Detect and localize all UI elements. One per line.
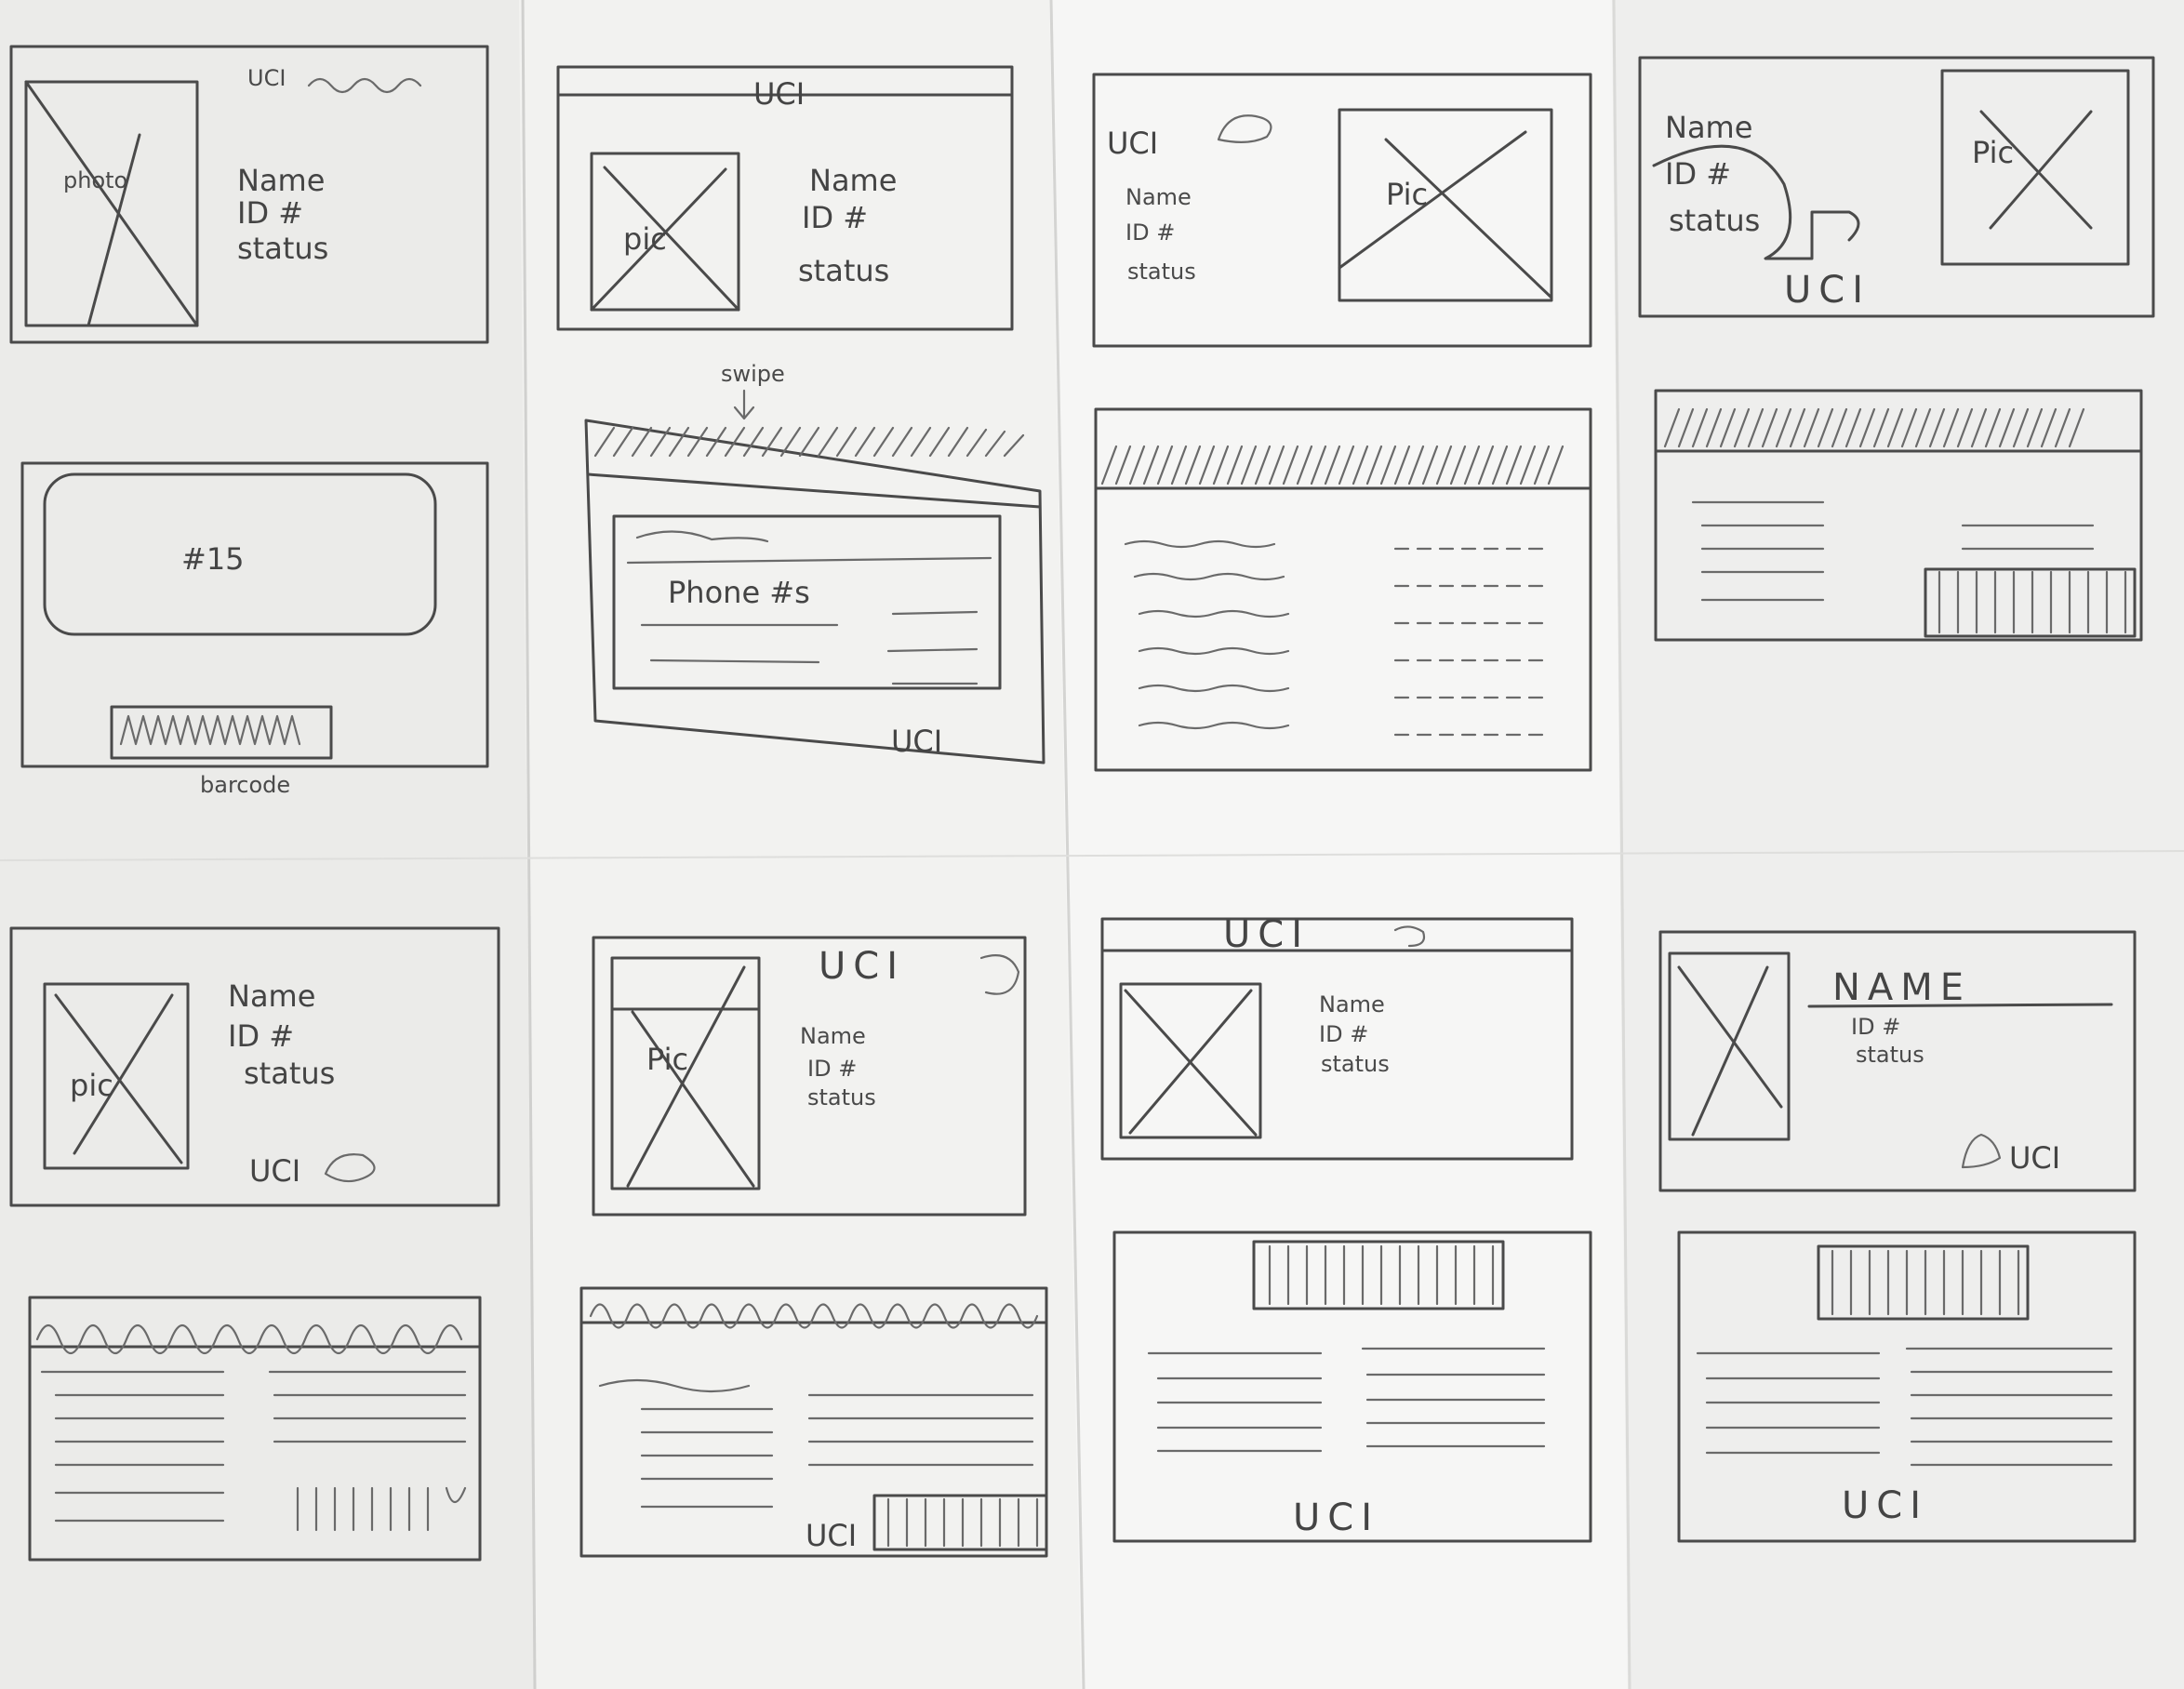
logo-text: UCI [891, 724, 942, 759]
name-label: Name [237, 163, 325, 198]
barcode-label: barcode [200, 772, 290, 798]
logo-text: UCI [1293, 1496, 1379, 1539]
photo-label: Pic [646, 1042, 688, 1077]
logo-text: UCI [819, 945, 905, 988]
paper-panel-4 [1612, 0, 2184, 1689]
number-label: #15 [181, 541, 245, 577]
photo-label: Pic [1386, 177, 1428, 212]
id-label: ID # [237, 195, 303, 231]
photo-label: pic [623, 221, 667, 257]
phone-label: Phone #s [668, 575, 810, 610]
status-label: status [1856, 1042, 1924, 1068]
id-label: ID # [807, 1056, 857, 1082]
logo-text: UCI [753, 76, 805, 112]
id-label: ID # [1319, 1021, 1368, 1047]
logo-text: UCI [1223, 913, 1310, 956]
sketch-sheet: photo UCI Name ID # status UCI pic Name … [0, 0, 2184, 1689]
photo-label: Pic [1972, 135, 2014, 170]
name-label: NAME [1832, 966, 1971, 1009]
status-label: status [798, 253, 889, 288]
id-label: ID # [1125, 219, 1175, 246]
name-label: Name [1125, 184, 1192, 210]
logo-text: UCI [1107, 126, 1158, 161]
id-label: ID # [228, 1018, 294, 1054]
photo-label: pic [70, 1068, 113, 1103]
status-label: status [1669, 203, 1760, 238]
logo-text: UCI [1784, 269, 1871, 312]
status-label: status [1127, 259, 1196, 285]
status-label: status [1321, 1051, 1390, 1077]
logo-text: UCI [247, 65, 286, 91]
logo-text: UCI [2009, 1140, 2060, 1176]
logo-text: UCI [249, 1153, 300, 1189]
id-label: ID # [802, 200, 868, 235]
name-label: Name [1665, 110, 1752, 145]
status-label: status [244, 1056, 335, 1091]
swipe-annotation: swipe [721, 361, 785, 387]
photo-label: photo [63, 167, 127, 193]
id-label: ID # [1851, 1014, 1900, 1040]
status-label: status [807, 1084, 876, 1110]
name-label: Name [228, 978, 315, 1014]
status-label: status [237, 231, 328, 266]
name-label: Name [800, 1023, 866, 1049]
logo-text: UCI [1842, 1484, 1928, 1527]
name-label: Name [809, 163, 897, 198]
name-label: Name [1319, 991, 1385, 1017]
id-label: ID # [1665, 156, 1731, 192]
logo-text: UCI [806, 1518, 857, 1553]
